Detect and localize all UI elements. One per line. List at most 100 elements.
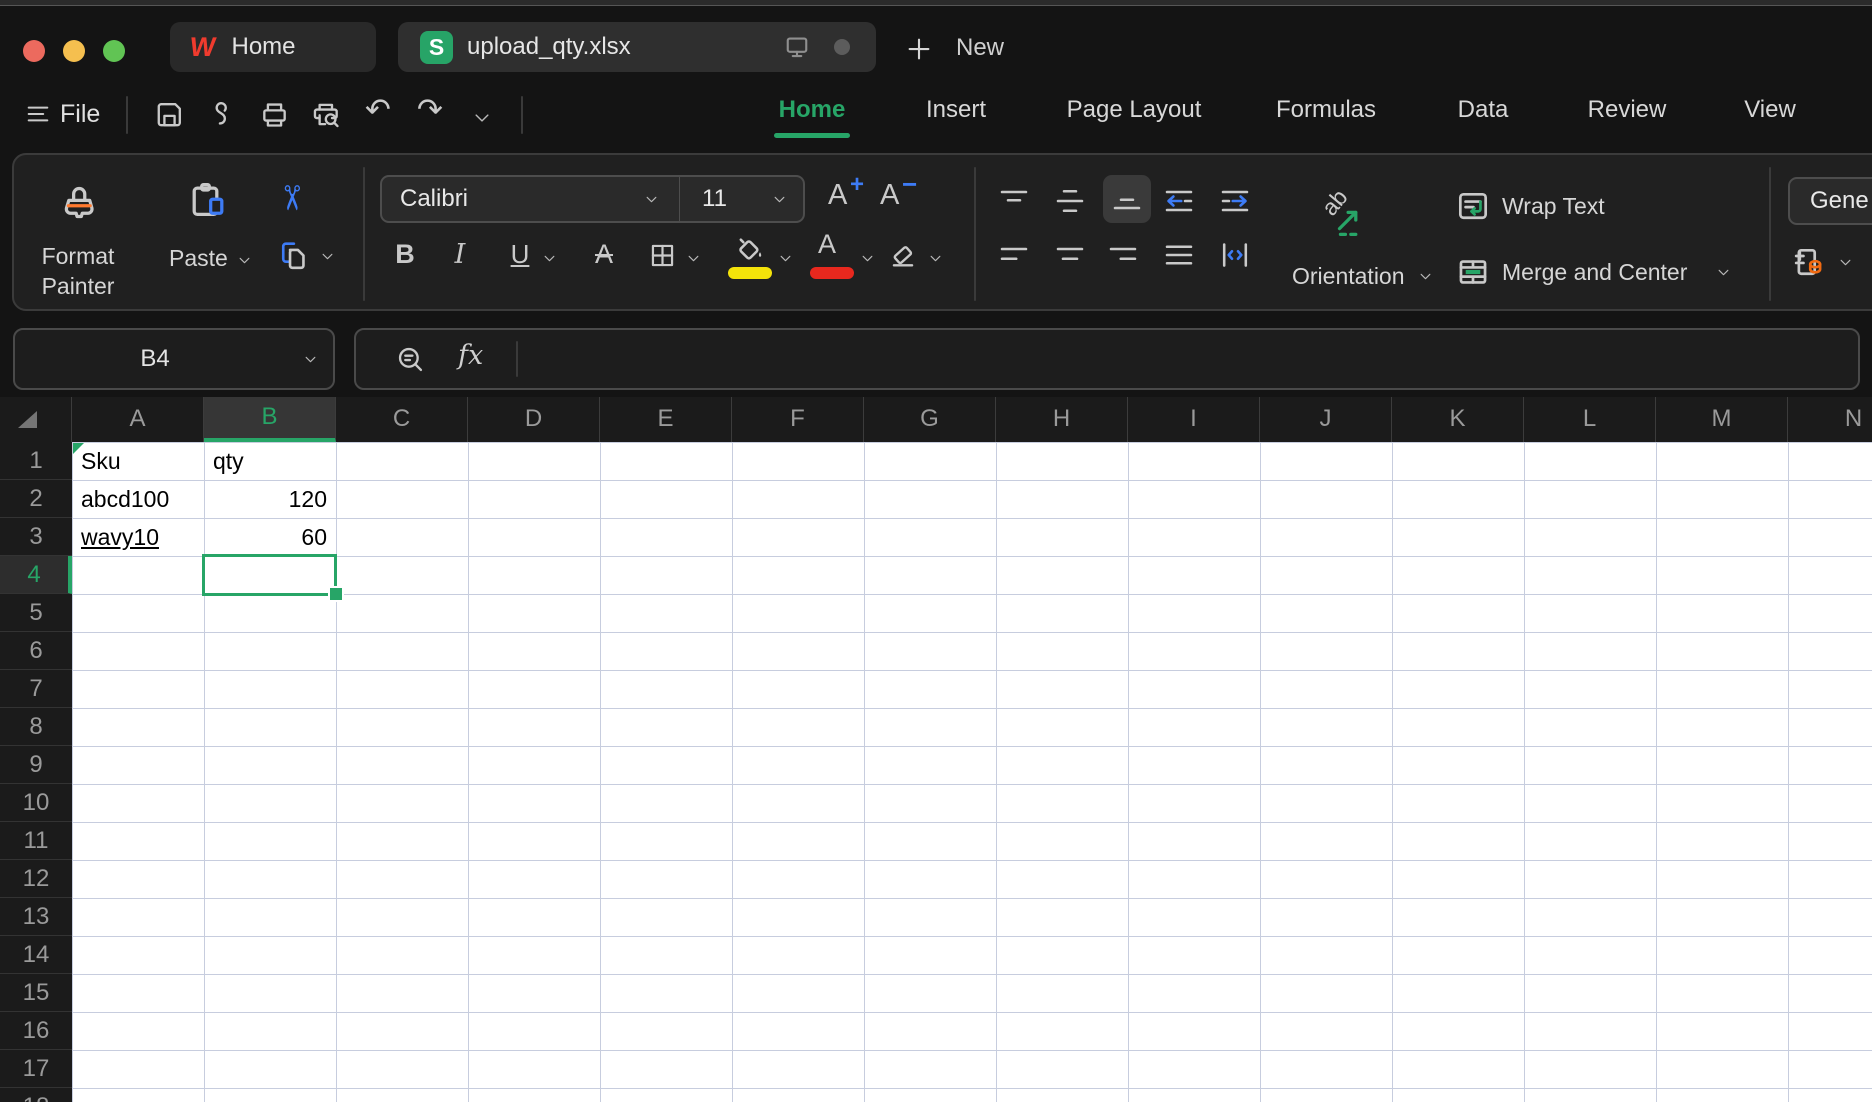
selection-box[interactable] (202, 554, 337, 596)
font-size-select[interactable]: 11 (680, 175, 805, 223)
undo-icon[interactable]: ↶ (360, 92, 396, 128)
bold-button[interactable]: B (389, 239, 421, 270)
column-headers[interactable]: ABCDEFGHIJKLMN (72, 397, 1872, 442)
row-header-18[interactable]: 18 (0, 1088, 72, 1102)
column-header-C[interactable]: C (336, 397, 468, 442)
cell-B1[interactable]: qty (206, 443, 334, 481)
zoom-button[interactable] (103, 40, 125, 62)
column-header-E[interactable]: E (600, 397, 732, 442)
column-header-D[interactable]: D (468, 397, 600, 442)
tab-document[interactable]: S upload_qty.xlsx (398, 22, 876, 72)
export-icon[interactable] (206, 98, 239, 131)
ribbon-tab-data[interactable]: Data (1458, 96, 1509, 124)
row-header-14[interactable]: 14 (0, 936, 72, 974)
eraser-icon[interactable] (886, 238, 920, 272)
format-painter-button[interactable]: Format Painter (22, 169, 134, 301)
select-all-corner[interactable] (0, 397, 72, 442)
borders-icon[interactable] (647, 240, 678, 271)
save-icon[interactable] (153, 98, 186, 131)
italic-button[interactable]: I (444, 239, 476, 270)
ribbon-tab-formulas[interactable]: Formulas (1276, 96, 1376, 124)
row-header-2[interactable]: 2 (0, 480, 72, 518)
minimize-button[interactable] (63, 40, 85, 62)
print-preview-icon[interactable] (310, 98, 343, 131)
merge-center-button[interactable]: Merge and Center (1454, 251, 1764, 299)
row-header-13[interactable]: 13 (0, 898, 72, 936)
ribbon-tab-review[interactable]: Review (1588, 96, 1667, 124)
underline-button[interactable]: U (504, 239, 536, 270)
borders-chevron-icon[interactable] (686, 251, 701, 266)
cell-B3[interactable]: 60 (206, 519, 334, 557)
font-color-chevron-icon[interactable] (860, 251, 875, 266)
cut-icon[interactable]: ✂ (271, 179, 311, 217)
redo-icon[interactable]: ↷ (412, 92, 448, 128)
align-center-icon[interactable] (1052, 237, 1088, 273)
decrease-font-button[interactable]: A − (878, 169, 922, 221)
column-header-J[interactable]: J (1260, 397, 1392, 442)
row-header-4[interactable]: 4 (0, 556, 72, 594)
tab-home[interactable]: W Home (170, 22, 376, 72)
eraser-chevron-icon[interactable] (928, 251, 943, 266)
row-header-16[interactable]: 16 (0, 1012, 72, 1050)
row-header-12[interactable]: 12 (0, 860, 72, 898)
orientation-button[interactable]: ab Orientation (1270, 175, 1448, 301)
column-header-K[interactable]: K (1392, 397, 1524, 442)
menu-icon[interactable] (24, 100, 52, 128)
formula-search-icon[interactable] (394, 343, 427, 376)
font-name-select[interactable]: Calibri (380, 175, 680, 223)
row-header-10[interactable]: 10 (0, 784, 72, 822)
cell-A2[interactable]: abcd100 (74, 481, 202, 519)
column-header-I[interactable]: I (1128, 397, 1260, 442)
formula-input[interactable]: fx (354, 328, 1860, 390)
copy-chevron-icon[interactable] (320, 249, 335, 264)
font-color-button[interactable]: A (808, 229, 854, 279)
row-header-3[interactable]: 3 (0, 518, 72, 556)
number-format-icon[interactable] (1790, 243, 1828, 281)
decrease-indent-icon[interactable] (1161, 183, 1197, 219)
row-header-7[interactable]: 7 (0, 670, 72, 708)
row-headers[interactable]: 123456789101112131415161718 (0, 442, 72, 1102)
column-header-G[interactable]: G (864, 397, 996, 442)
close-button[interactable] (23, 40, 45, 62)
column-header-F[interactable]: F (732, 397, 864, 442)
print-icon[interactable] (258, 98, 291, 131)
new-tab-label[interactable]: New (956, 34, 1004, 62)
row-header-17[interactable]: 17 (0, 1050, 72, 1088)
cell-A1[interactable]: Sku (74, 443, 202, 481)
number-format-chevron-icon[interactable] (1838, 255, 1853, 270)
justify-icon[interactable] (1161, 237, 1197, 273)
row-header-9[interactable]: 9 (0, 746, 72, 784)
ribbon-tab-view[interactable]: View (1744, 96, 1796, 124)
ribbon-tab-page-layout[interactable]: Page Layout (1067, 96, 1202, 124)
increase-indent-icon[interactable] (1217, 183, 1253, 219)
row-header-11[interactable]: 11 (0, 822, 72, 860)
wrap-text-button[interactable]: Wrap Text (1454, 185, 1754, 233)
name-box[interactable]: B4 (13, 328, 335, 390)
new-tab-plus-icon[interactable] (904, 34, 934, 64)
cell-B2[interactable]: 120 (206, 481, 334, 519)
strikethrough-button[interactable]: A (588, 239, 620, 270)
column-header-B[interactable]: B (204, 397, 336, 442)
paste-button[interactable]: Paste (155, 169, 259, 301)
selection-fill-handle[interactable] (330, 588, 342, 600)
file-menu[interactable]: File (60, 100, 100, 129)
ribbon-tab-home[interactable]: Home (779, 96, 846, 124)
fill-color-chevron-icon[interactable] (778, 251, 793, 266)
align-left-icon[interactable] (996, 237, 1032, 273)
ribbon-tab-insert[interactable]: Insert (926, 96, 986, 124)
row-header-5[interactable]: 5 (0, 594, 72, 632)
underline-chevron-icon[interactable] (542, 251, 557, 266)
column-header-M[interactable]: M (1656, 397, 1788, 442)
increase-font-button[interactable]: A + (826, 171, 870, 221)
column-header-N[interactable]: N (1788, 397, 1872, 442)
more-commands-chevron-icon[interactable] (472, 108, 492, 128)
row-header-6[interactable]: 6 (0, 632, 72, 670)
align-bottom-selected-box[interactable] (1103, 175, 1151, 223)
row-header-1[interactable]: 1 (0, 442, 72, 480)
fx-icon[interactable]: fx (458, 340, 483, 371)
row-header-8[interactable]: 8 (0, 708, 72, 746)
column-header-H[interactable]: H (996, 397, 1128, 442)
align-top-icon[interactable] (996, 183, 1032, 219)
column-header-A[interactable]: A (72, 397, 204, 442)
column-header-L[interactable]: L (1524, 397, 1656, 442)
